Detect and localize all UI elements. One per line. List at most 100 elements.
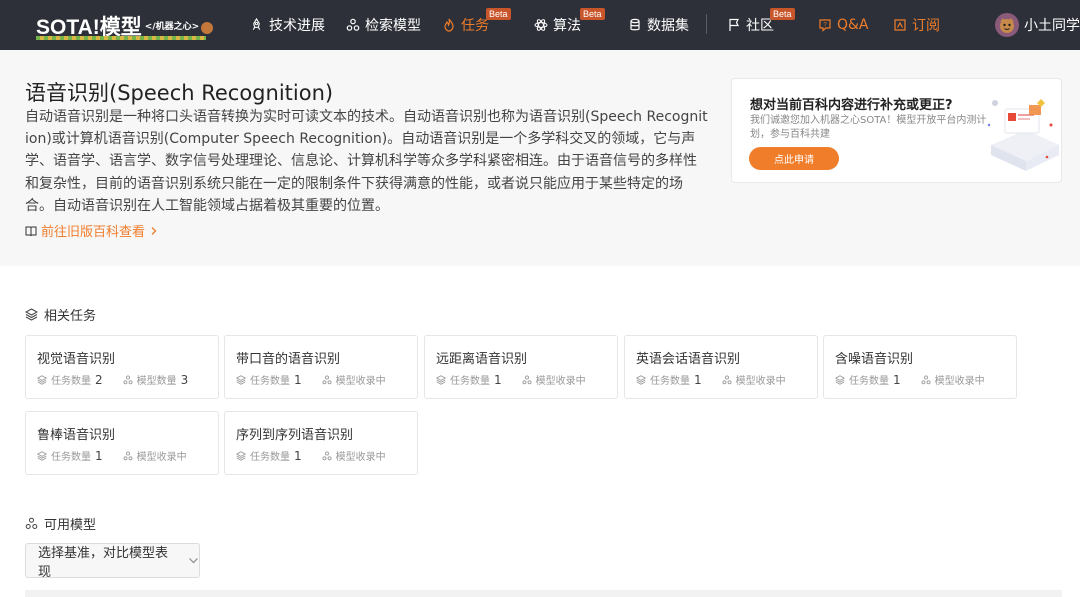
task-count-label: 任务数量 (849, 376, 889, 387)
task-count-label: 任务数量 (650, 376, 690, 387)
nodes-icon (722, 375, 732, 384)
nodes-icon (25, 517, 38, 529)
model-pending-label: 模型收录中 (535, 376, 586, 387)
nav-label: Q&A (837, 17, 869, 33)
layers-icon (835, 374, 845, 385)
book-icon (25, 226, 37, 236)
task-card[interactable]: 序列到序列语音识别 任务数量 1 模型收录中 (224, 411, 418, 475)
site-logo[interactable]: SOTA!模型 </机器之心> (36, 10, 214, 40)
task-meta: 任务数量 2 模型数量 3 (37, 372, 188, 387)
task-count-label: 任务数量 (450, 376, 490, 387)
task-card[interactable]: 英语会话语音识别 任务数量 1 模型收录中 (624, 335, 818, 399)
task-count: 1 (694, 372, 702, 387)
top-nav-bar: SOTA!模型 </机器之心> 技术进展 检索模型 任务 Beta 算法 Bet… (0, 0, 1080, 50)
nav-item-search-models[interactable]: 检索模型 (346, 0, 421, 50)
nav-item-tech-progress[interactable]: 技术进展 (250, 0, 325, 50)
user-name: 小土同学 (1024, 18, 1080, 34)
nav-label: 任务 (461, 18, 489, 34)
layers-icon (25, 308, 38, 321)
task-name: 带口音的语音识别 (236, 352, 341, 367)
task-count-group: 任务数量 2 (37, 372, 103, 387)
old-link-label: 前往旧版百科查看 (41, 225, 146, 240)
task-count: 1 (95, 448, 103, 463)
layers-icon (236, 450, 246, 461)
nodes-icon (123, 451, 133, 460)
task-card[interactable]: 鲁棒语音识别任务数量 1 模型收录中 (25, 411, 219, 475)
task-card[interactable]: 含噪语音识别任务数量 1 模型收录中 (823, 335, 1017, 399)
task-count-label: 任务数量 (250, 452, 290, 463)
nav-label: 算法 (553, 18, 581, 34)
task-card[interactable]: 远距离语音识别 任务数量 1 模型收录中 (424, 335, 618, 399)
nav-item-tasks[interactable]: 任务 (442, 0, 489, 50)
apply-button[interactable]: 点此申请 (749, 147, 839, 170)
subscribe-icon (893, 18, 907, 32)
task-count-label: 任务数量 (51, 376, 91, 387)
task-meta: 任务数量 1 模型收录中 (37, 448, 187, 463)
model-count-group: 模型收录中 (123, 448, 187, 463)
model-count-group: 模型收录中 (722, 372, 786, 387)
task-name: 鲁棒语音识别 (37, 428, 116, 443)
task-count-label: 任务数量 (51, 452, 91, 463)
benchmark-select[interactable]: 选择基准，对比模型表现 (25, 543, 200, 580)
nav-item-algorithms[interactable]: 算法 (534, 0, 581, 50)
nav-divider (706, 14, 707, 34)
nodes-icon (921, 375, 931, 384)
model-count-group: 模型收录中 (522, 372, 586, 387)
old-wiki-link[interactable]: 前往旧版百科查看 (25, 221, 163, 240)
model-count-group: 模型数量 3 (123, 372, 189, 387)
nav-label: 技术进展 (269, 18, 325, 34)
available-models-heading: 可用模型 (25, 514, 96, 533)
nav-item-subscribe[interactable]: 订阅 (893, 0, 940, 50)
layers-icon (37, 450, 47, 461)
qa-icon: ? (818, 18, 832, 32)
task-meta: 任务数量 1 模型收录中 (636, 372, 786, 387)
user-menu[interactable]: 小土同学 (995, 10, 1080, 40)
model-count-label: 模型数量 (136, 376, 177, 387)
model-pending-label: 模型收录中 (735, 376, 786, 387)
chevron-down-icon (189, 558, 198, 564)
layers-icon (236, 374, 246, 385)
chevron-right-icon (151, 226, 157, 235)
model-pending-label: 模型收录中 (934, 376, 985, 387)
task-name: 序列到序列语音识别 (236, 428, 354, 443)
task-count-group: 任务数量 1 (37, 448, 103, 463)
nav-label: 订阅 (912, 18, 940, 34)
nodes-icon (522, 375, 532, 384)
section-title: 相关任务 (44, 309, 97, 324)
task-meta: 任务数量 1 模型收录中 (436, 372, 586, 387)
task-card[interactable]: 带口音的语音识别 任务数量 1 模型收录中 (224, 335, 418, 399)
avatar (995, 13, 1019, 37)
task-count: 1 (294, 372, 302, 387)
task-count: 1 (494, 372, 502, 387)
nav-item-datasets[interactable]: 数据集 (628, 0, 689, 50)
task-name: 含噪语音识别 (835, 352, 914, 367)
nav-item-qa[interactable]: ? Q&A (818, 0, 869, 50)
task-count: 1 (893, 372, 901, 387)
logo-decoration (36, 36, 206, 40)
page-title: 语音识别(Speech Recognition) (25, 81, 334, 105)
task-count: 1 (294, 448, 302, 463)
contribute-promo-card: 想对当前百科内容进行补充或更正? 我们诚邀您加入机器之心SOTA！模型开放平台内… (731, 78, 1062, 183)
atom-icon (534, 18, 548, 32)
beta-badge: Beta (580, 8, 605, 20)
logo-tag: </机器之心> (144, 22, 200, 32)
beta-badge: Beta (486, 8, 511, 20)
related-tasks-heading: 相关任务 (25, 305, 96, 324)
task-count-label: 任务数量 (250, 376, 290, 387)
rocket-icon (250, 18, 264, 32)
model-count: 3 (180, 372, 189, 387)
nodes-icon (322, 451, 332, 460)
page-description: 自动语音识别是一种将口头语音转换为实时可读文本的技术。自动语音识别也称为语音识别… (25, 109, 708, 214)
task-name: 视觉语音识别 (37, 352, 116, 367)
nav-item-community[interactable]: 社区 (727, 0, 774, 50)
task-meta: 任务数量 1 模型收录中 (236, 448, 386, 463)
select-label: 选择基准，对比模型表现 (38, 545, 169, 580)
logo-mascot-icon (201, 22, 214, 34)
promo-title: 想对当前百科内容进行补充或更正? (750, 98, 953, 113)
flame-icon (442, 18, 456, 32)
flag-icon (727, 18, 741, 32)
task-card[interactable]: 视觉语音识别 任务数量 2 模型数量 3 (25, 335, 219, 399)
task-count-group: 任务数量 1 (236, 372, 302, 387)
task-meta: 任务数量 1 模型收录中 (835, 372, 985, 387)
layers-icon (37, 374, 47, 385)
